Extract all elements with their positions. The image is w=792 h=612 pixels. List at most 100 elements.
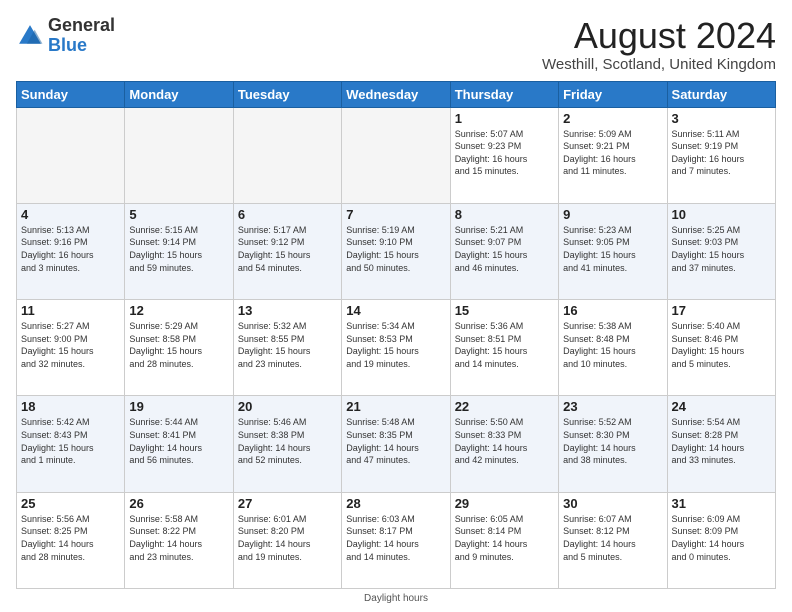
day-number: 8 [455, 207, 554, 222]
table-row: 29 Sunrise: 6:05 AM Sunset: 8:14 PM Dayli… [450, 492, 558, 588]
table-row: 4Sunrise: 5:13 AM Sunset: 9:16 PM Daylig… [17, 203, 125, 299]
logo-icon [16, 22, 44, 50]
day-number: 18 [21, 399, 120, 414]
col-friday: Friday [559, 81, 667, 107]
day-number: 5 [129, 207, 228, 222]
table-row: 23 Sunrise: 5:52 AM Sunset: 8:30 PM Dayli… [559, 396, 667, 492]
day-info: Sunrise: 5:46 AM Sunset: 8:38 PM Dayligh… [238, 416, 337, 466]
calendar-header-row: Sunday Monday Tuesday Wednesday Thursday… [17, 81, 776, 107]
day-info: Sunrise: 6:03 AM Sunset: 8:17 PM Dayligh… [346, 513, 445, 563]
table-row: 24 Sunrise: 5:54 AM Sunset: 8:28 PM Dayli… [667, 396, 775, 492]
day-number: 24 [672, 399, 771, 414]
day-info: Sunrise: 5:50 AM Sunset: 8:33 PM Dayligh… [455, 416, 554, 466]
day-number: 3 [672, 111, 771, 126]
day-number: 10 [672, 207, 771, 222]
table-row: 13 Sunrise: 5:32 AM Sunset: 8:55 PM Dayli… [233, 300, 341, 396]
day-number: 14 [346, 303, 445, 318]
day-number: 13 [238, 303, 337, 318]
col-wednesday: Wednesday [342, 81, 450, 107]
day-info: Sunrise: 6:05 AM Sunset: 8:14 PM Dayligh… [455, 513, 554, 563]
day-info: Sunrise: 5:32 AM Sunset: 8:55 PM Dayligh… [238, 320, 337, 370]
day-number: 16 [563, 303, 662, 318]
table-row: 9 Sunrise: 5:23 AM Sunset: 9:05 PM Daylig… [559, 203, 667, 299]
week-row-5: 25 Sunrise: 5:56 AM Sunset: 8:25 PM Dayli… [17, 492, 776, 588]
day-number: 15 [455, 303, 554, 318]
table-row [342, 107, 450, 203]
header: General Blue August 2024 Westhill, Scotl… [16, 16, 776, 73]
day-info: Sunrise: 5:29 AM Sunset: 8:58 PM Dayligh… [129, 320, 228, 370]
day-info: Sunrise: 5:58 AM Sunset: 8:22 PM Dayligh… [129, 513, 228, 563]
logo-text: General Blue [48, 16, 115, 56]
day-number: 9 [563, 207, 662, 222]
day-number: 22 [455, 399, 554, 414]
day-number: 25 [21, 496, 120, 511]
day-number: 6 [238, 207, 337, 222]
day-number: 12 [129, 303, 228, 318]
table-row: 7 Sunrise: 5:19 AM Sunset: 9:10 PM Daylig… [342, 203, 450, 299]
table-row: 12 Sunrise: 5:29 AM Sunset: 8:58 PM Dayli… [125, 300, 233, 396]
day-info: Sunrise: 5:23 AM Sunset: 9:05 PM Dayligh… [563, 224, 662, 274]
page: General Blue August 2024 Westhill, Scotl… [0, 0, 792, 612]
day-info: Sunrise: 5:21 AM Sunset: 9:07 PM Dayligh… [455, 224, 554, 274]
col-sunday: Sunday [17, 81, 125, 107]
table-row: 20 Sunrise: 5:46 AM Sunset: 8:38 PM Dayli… [233, 396, 341, 492]
day-number: 23 [563, 399, 662, 414]
day-info: Sunrise: 5:38 AM Sunset: 8:48 PM Dayligh… [563, 320, 662, 370]
table-row [17, 107, 125, 203]
footer-label: Daylight hours [364, 593, 428, 604]
day-info: Sunrise: 5:56 AM Sunset: 8:25 PM Dayligh… [21, 513, 120, 563]
footer: Daylight hours [16, 593, 776, 604]
day-info: Sunrise: 5:09 AM Sunset: 9:21 PM Dayligh… [563, 128, 662, 178]
week-row-1: 1Sunrise: 5:07 AM Sunset: 9:23 PM Daylig… [17, 107, 776, 203]
table-row: 1Sunrise: 5:07 AM Sunset: 9:23 PM Daylig… [450, 107, 558, 203]
table-row: 26 Sunrise: 5:58 AM Sunset: 8:22 PM Dayli… [125, 492, 233, 588]
day-info: Sunrise: 5:27 AM Sunset: 9:00 PM Dayligh… [21, 320, 120, 370]
table-row: 10Sunrise: 5:25 AM Sunset: 9:03 PM Dayli… [667, 203, 775, 299]
table-row: 22 Sunrise: 5:50 AM Sunset: 8:33 PM Dayli… [450, 396, 558, 492]
day-number: 21 [346, 399, 445, 414]
day-number: 30 [563, 496, 662, 511]
table-row [125, 107, 233, 203]
main-title: August 2024 [542, 16, 776, 56]
week-row-3: 11 Sunrise: 5:27 AM Sunset: 9:00 PM Dayli… [17, 300, 776, 396]
logo: General Blue [16, 16, 115, 56]
day-info: Sunrise: 6:07 AM Sunset: 8:12 PM Dayligh… [563, 513, 662, 563]
day-number: 31 [672, 496, 771, 511]
day-info: Sunrise: 5:54 AM Sunset: 8:28 PM Dayligh… [672, 416, 771, 466]
subtitle: Westhill, Scotland, United Kingdom [542, 56, 776, 73]
day-info: Sunrise: 5:17 AM Sunset: 9:12 PM Dayligh… [238, 224, 337, 274]
table-row: 30 Sunrise: 6:07 AM Sunset: 8:12 PM Dayli… [559, 492, 667, 588]
day-info: Sunrise: 5:15 AM Sunset: 9:14 PM Dayligh… [129, 224, 228, 274]
day-info: Sunrise: 5:52 AM Sunset: 8:30 PM Dayligh… [563, 416, 662, 466]
day-number: 29 [455, 496, 554, 511]
day-info: Sunrise: 5:34 AM Sunset: 8:53 PM Dayligh… [346, 320, 445, 370]
day-number: 11 [21, 303, 120, 318]
day-number: 20 [238, 399, 337, 414]
day-number: 28 [346, 496, 445, 511]
day-number: 19 [129, 399, 228, 414]
day-info: Sunrise: 6:09 AM Sunset: 8:09 PM Dayligh… [672, 513, 771, 563]
col-thursday: Thursday [450, 81, 558, 107]
table-row: 11 Sunrise: 5:27 AM Sunset: 9:00 PM Dayli… [17, 300, 125, 396]
calendar-table: Sunday Monday Tuesday Wednesday Thursday… [16, 81, 776, 589]
day-info: Sunrise: 5:36 AM Sunset: 8:51 PM Dayligh… [455, 320, 554, 370]
day-info: Sunrise: 6:01 AM Sunset: 8:20 PM Dayligh… [238, 513, 337, 563]
col-saturday: Saturday [667, 81, 775, 107]
table-row: 2Sunrise: 5:09 AM Sunset: 9:21 PM Daylig… [559, 107, 667, 203]
day-number: 7 [346, 207, 445, 222]
day-info: Sunrise: 5:19 AM Sunset: 9:10 PM Dayligh… [346, 224, 445, 274]
table-row: 28 Sunrise: 6:03 AM Sunset: 8:17 PM Dayli… [342, 492, 450, 588]
logo-general: General [48, 15, 115, 35]
week-row-4: 18Sunrise: 5:42 AM Sunset: 8:43 PM Dayli… [17, 396, 776, 492]
table-row: 21Sunrise: 5:48 AM Sunset: 8:35 PM Dayli… [342, 396, 450, 492]
logo-blue: Blue [48, 35, 87, 55]
col-tuesday: Tuesday [233, 81, 341, 107]
table-row: 14 Sunrise: 5:34 AM Sunset: 8:53 PM Dayli… [342, 300, 450, 396]
day-number: 4 [21, 207, 120, 222]
table-row: 16 Sunrise: 5:38 AM Sunset: 8:48 PM Dayli… [559, 300, 667, 396]
day-number: 26 [129, 496, 228, 511]
table-row: 3 Sunrise: 5:11 AM Sunset: 9:19 PM Daylig… [667, 107, 775, 203]
day-number: 1 [455, 111, 554, 126]
day-info: Sunrise: 5:11 AM Sunset: 9:19 PM Dayligh… [672, 128, 771, 178]
col-monday: Monday [125, 81, 233, 107]
